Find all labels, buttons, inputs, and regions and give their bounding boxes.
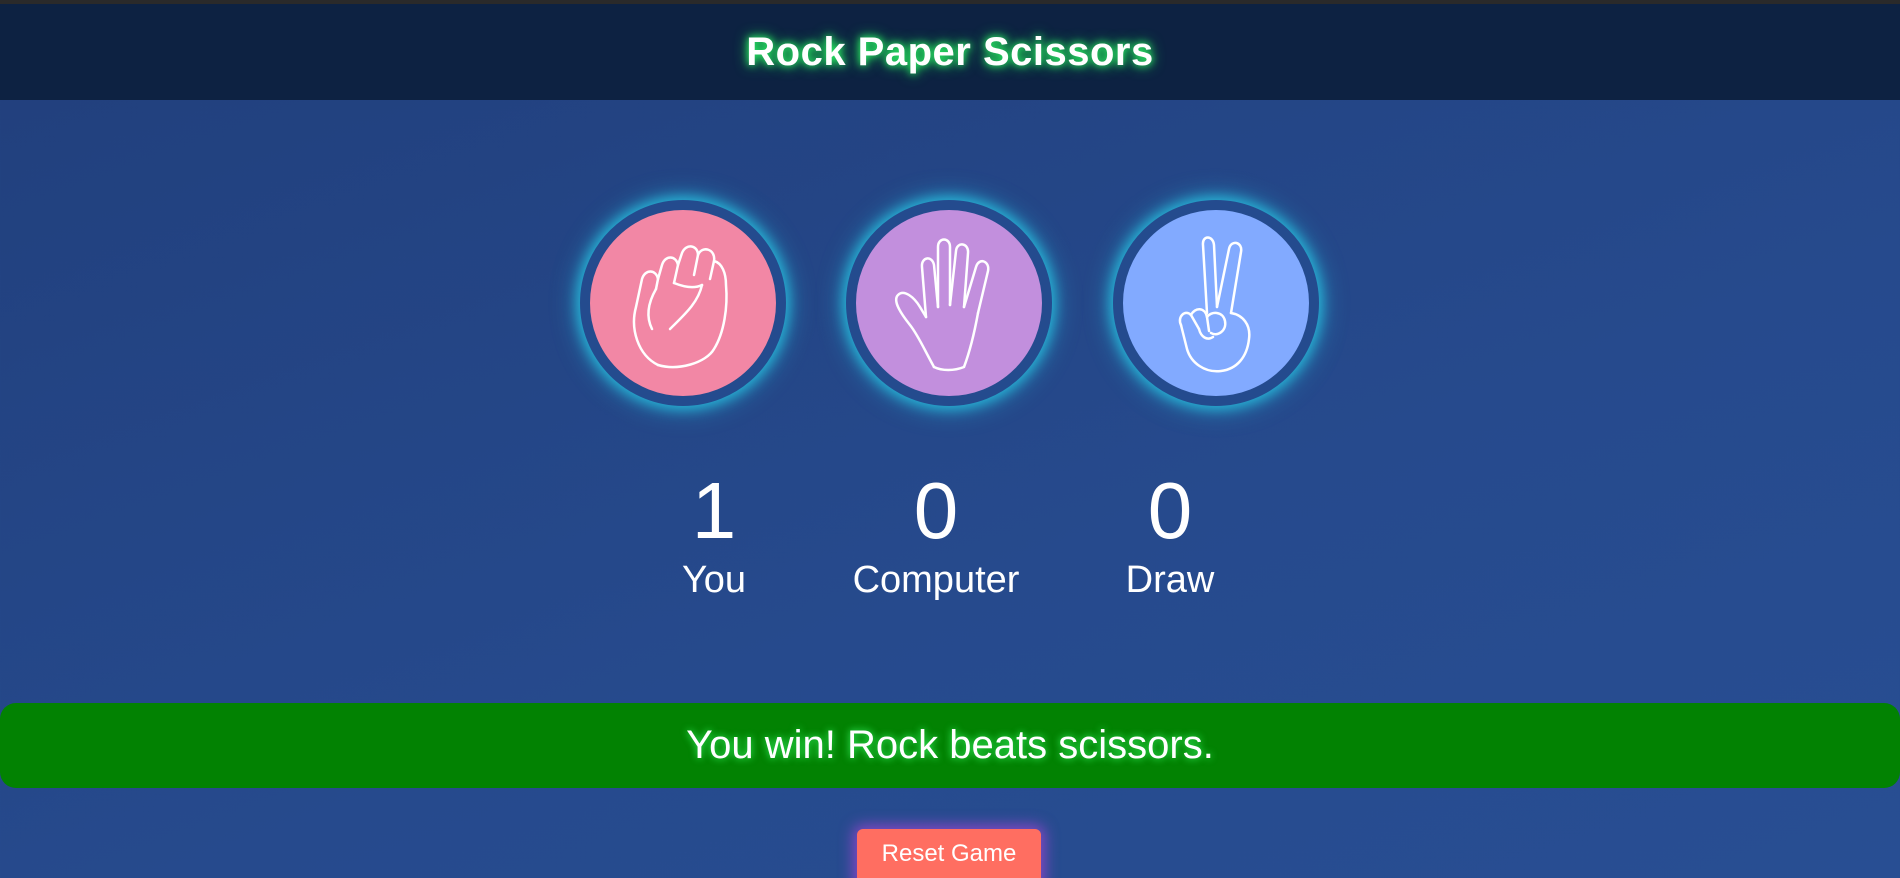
scissors-button[interactable] xyxy=(1113,200,1319,406)
reset-game-button[interactable]: Reset Game xyxy=(857,829,1041,878)
fist-icon xyxy=(632,245,728,369)
result-message: You win! Rock beats scissors. xyxy=(686,723,1214,767)
score-you-value: 1 xyxy=(691,466,737,555)
choice-buttons xyxy=(0,200,1900,406)
score-computer-value: 0 xyxy=(913,466,959,555)
score-draw: 0 Draw xyxy=(1126,465,1215,603)
scoreboard: 1 You 0 Computer 0 Draw xyxy=(0,465,1900,605)
score-computer-label: Computer xyxy=(852,559,1020,601)
score-you: 1 You xyxy=(682,465,746,603)
rock-button[interactable] xyxy=(580,200,786,406)
score-computer: 0 Computer xyxy=(853,465,1020,603)
open-hand-icon xyxy=(894,238,990,372)
paper-button[interactable] xyxy=(846,200,1052,406)
score-draw-value: 0 xyxy=(1147,466,1193,555)
peace-hand-icon xyxy=(1178,236,1251,373)
page-header: Rock Paper Scissors xyxy=(0,4,1900,100)
result-banner: You win! Rock beats scissors. xyxy=(0,703,1900,788)
score-you-label: You xyxy=(681,559,747,601)
page-title: Rock Paper Scissors xyxy=(746,29,1154,74)
score-draw-label: Draw xyxy=(1125,559,1215,601)
